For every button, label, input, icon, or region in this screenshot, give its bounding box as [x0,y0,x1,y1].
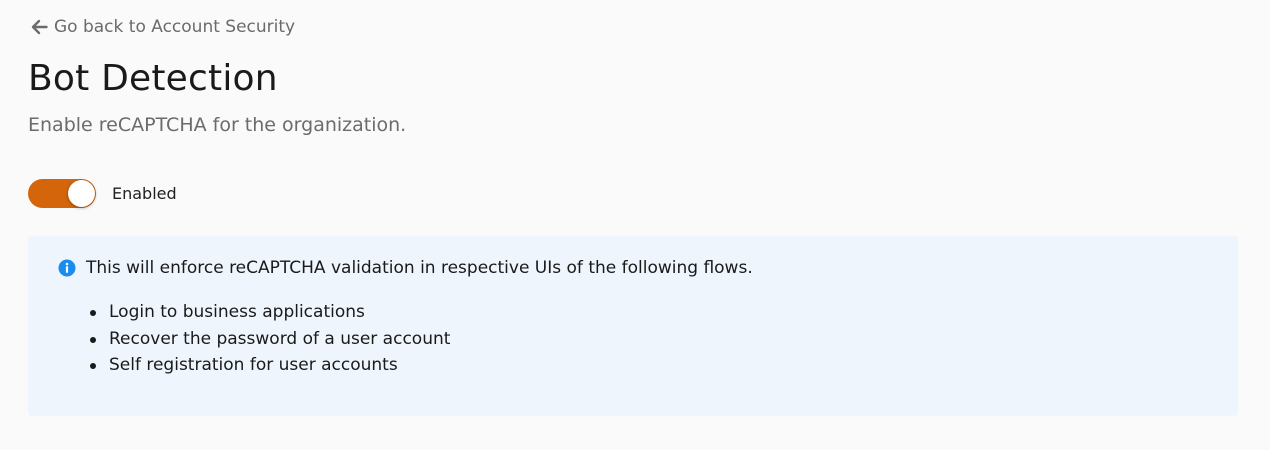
toggle-label: Enabled [112,183,177,203]
back-link-label: Go back to Account Security [54,17,296,37]
info-message-box: This will enforce reCAPTCHA validation i… [28,236,1238,416]
page-title: Bot Detection [28,58,278,99]
bot-detection-page: Go back to Account Security Bot Detectio… [0,0,1270,450]
toggle-knob [68,180,95,207]
info-message-text: This will enforce reCAPTCHA validation i… [86,258,753,278]
info-icon [58,259,76,277]
back-to-account-security-link[interactable]: Go back to Account Security [30,15,295,39]
arrow-left-icon [30,18,48,36]
list-item: Self registration for user accounts [88,352,450,379]
info-message-header: This will enforce reCAPTCHA validation i… [58,256,753,280]
recaptcha-toggle-row: Enabled [28,179,177,208]
flows-list: Login to business applications Recover t… [88,299,450,379]
list-item: Recover the password of a user account [88,326,450,353]
list-item: Login to business applications [88,299,450,326]
recaptcha-toggle[interactable] [28,179,96,208]
page-subtitle: Enable reCAPTCHA for the organization. [28,114,407,136]
